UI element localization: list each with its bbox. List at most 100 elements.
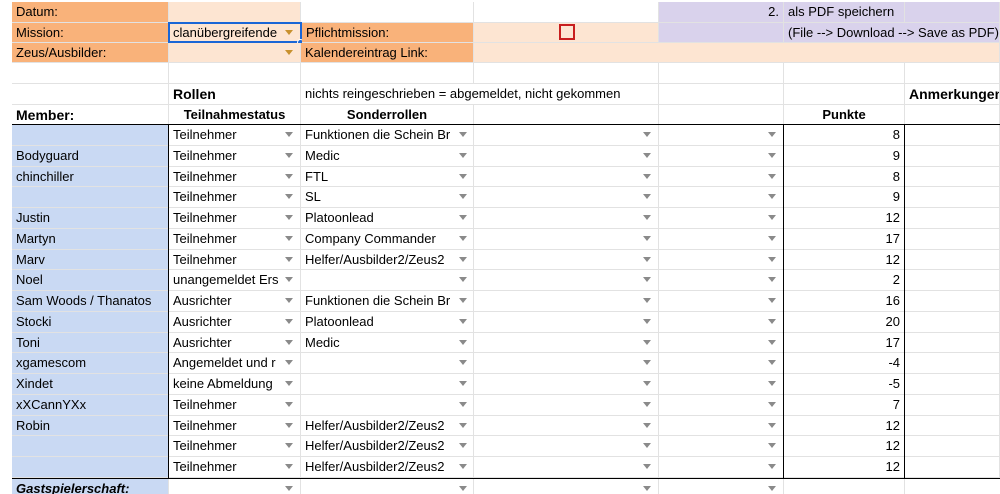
cell-e4[interactable] (659, 63, 784, 84)
extra2-dropdown[interactable] (659, 374, 784, 395)
chevron-down-icon[interactable] (285, 340, 293, 345)
gast-extra-arrow-icon[interactable] (643, 486, 651, 491)
teilnahmestatus-dropdown[interactable]: Ausrichter (169, 312, 301, 333)
chevron-down-icon[interactable] (643, 174, 651, 179)
extra2-dropdown[interactable] (659, 312, 784, 333)
chevron-down-icon[interactable] (459, 340, 467, 345)
extra-dropdown[interactable] (474, 395, 659, 416)
member-name-cell[interactable]: Sam Woods / Thanatos (12, 291, 169, 312)
member-name-cell[interactable]: xgamescom (12, 353, 169, 374)
sonderrolle-dropdown[interactable]: Helfer/Ausbilder2/Zeus2 (301, 250, 474, 270)
cell-g4[interactable] (905, 63, 1000, 84)
cell-c4[interactable] (301, 63, 474, 84)
chevron-down-icon[interactable] (643, 194, 651, 199)
gast-status-dropdown[interactable] (169, 479, 301, 494)
teilnahmestatus-dropdown[interactable]: Teilnehmer (169, 436, 301, 457)
anmerkung-cell[interactable] (905, 457, 1000, 478)
chevron-down-icon[interactable] (285, 153, 293, 158)
punkte-cell[interactable]: 9 (784, 187, 905, 208)
chevron-down-icon[interactable] (643, 360, 651, 365)
punkte-cell[interactable]: 12 (784, 208, 905, 229)
sonderrolle-dropdown[interactable]: Platoonlead (301, 312, 474, 333)
chevron-down-icon[interactable] (285, 423, 293, 428)
extra-dropdown[interactable] (474, 250, 659, 270)
chevron-down-icon[interactable] (643, 298, 651, 303)
extra-dropdown[interactable] (474, 333, 659, 353)
anmerkung-cell[interactable] (905, 436, 1000, 457)
cell-pdf-hint[interactable]: (File --> Download --> Save as PDF) (784, 23, 1000, 43)
extra-dropdown[interactable] (474, 291, 659, 312)
chevron-down-icon[interactable] (768, 423, 776, 428)
cell-b4[interactable] (169, 63, 301, 84)
chevron-down-icon[interactable] (768, 153, 776, 158)
cell-pflicht-label[interactable]: Pflichtmission: (302, 23, 474, 43)
member-name-cell[interactable] (12, 187, 169, 208)
anmerkung-cell[interactable] (905, 208, 1000, 229)
teilnahmestatus-dropdown[interactable]: Teilnehmer (169, 125, 301, 146)
chevron-down-icon[interactable] (459, 423, 467, 428)
sonderrolle-dropdown[interactable]: Helfer/Ausbilder2/Zeus2 (301, 416, 474, 436)
chevron-down-icon[interactable] (643, 236, 651, 241)
cell-kalender-link[interactable] (474, 43, 1000, 63)
teilnahmestatus-dropdown[interactable]: Angemeldet und r (169, 353, 301, 374)
anmerkung-cell[interactable] (905, 229, 1000, 250)
cell-g6[interactable] (905, 105, 1000, 125)
chevron-down-icon[interactable] (768, 402, 776, 407)
pflichtmission-checkbox[interactable] (559, 24, 575, 40)
member-name-cell[interactable]: Bodyguard (12, 146, 169, 167)
member-name-cell[interactable] (12, 436, 169, 457)
punkte-cell[interactable]: 12 (784, 250, 905, 270)
gast-extra2-dropdown[interactable] (659, 479, 784, 494)
cell-a5[interactable] (12, 84, 169, 105)
anmerkung-cell[interactable] (905, 167, 1000, 187)
anmerkung-cell[interactable] (905, 374, 1000, 395)
sonderrolle-dropdown[interactable]: Company Commander (301, 229, 474, 250)
punkte-cell[interactable]: 8 (784, 125, 905, 146)
teilnahmestatus-dropdown[interactable]: Ausrichter (169, 333, 301, 353)
chevron-down-icon[interactable] (285, 402, 293, 407)
chevron-down-icon[interactable] (643, 381, 651, 386)
cell-e5[interactable] (659, 84, 784, 105)
member-name-cell[interactable]: Justin (12, 208, 169, 229)
cell-e6[interactable] (659, 105, 784, 125)
chevron-down-icon[interactable] (643, 153, 651, 158)
member-name-cell[interactable] (12, 125, 169, 146)
chevron-down-icon[interactable] (285, 319, 293, 324)
sonderrolle-dropdown[interactable]: Helfer/Ausbilder2/Zeus2 (301, 457, 474, 478)
teilnahmestatus-dropdown[interactable]: Teilnehmer (169, 146, 301, 167)
anmerkungen-heading[interactable]: Anmerkungen (905, 84, 1000, 105)
sonderrolle-dropdown[interactable] (301, 270, 474, 291)
chevron-down-icon[interactable] (768, 381, 776, 386)
chevron-down-icon[interactable] (285, 132, 293, 137)
sonderrolle-dropdown[interactable] (301, 395, 474, 416)
sonderrolle-dropdown[interactable]: SL (301, 187, 474, 208)
cell-datum-value[interactable] (169, 2, 301, 23)
chevron-down-icon[interactable] (643, 340, 651, 345)
chevron-down-icon[interactable] (768, 257, 776, 262)
member-name-cell[interactable]: Stocki (12, 312, 169, 333)
extra-dropdown[interactable] (474, 187, 659, 208)
anmerkung-cell[interactable] (905, 146, 1000, 167)
anmerkung-cell[interactable] (905, 291, 1000, 312)
anmerkung-cell[interactable] (905, 270, 1000, 291)
cell-h1[interactable] (905, 2, 1000, 23)
member-name-cell[interactable]: Xindet (12, 374, 169, 395)
punkte-cell[interactable]: 12 (784, 457, 905, 478)
punkte-cell[interactable]: -5 (784, 374, 905, 395)
extra2-dropdown[interactable] (659, 146, 784, 167)
chevron-down-icon[interactable] (459, 464, 467, 469)
cell-step-number[interactable]: 2. (659, 2, 784, 23)
sonderrolle-dropdown[interactable]: Funktionen die Schein Br (301, 291, 474, 312)
member-column-header[interactable]: Member: (12, 105, 169, 125)
extra-dropdown[interactable] (474, 374, 659, 395)
anmerkung-cell[interactable] (905, 250, 1000, 270)
chevron-down-icon[interactable] (768, 340, 776, 345)
chevron-down-icon[interactable] (459, 132, 467, 137)
cell-kalender-label[interactable]: Kalendereintrag Link: (301, 43, 474, 63)
extra-dropdown[interactable] (474, 229, 659, 250)
chevron-down-icon[interactable] (768, 360, 776, 365)
chevron-down-icon[interactable] (285, 381, 293, 386)
extra2-dropdown[interactable] (659, 416, 784, 436)
chevron-down-icon[interactable] (285, 464, 293, 469)
teilnahmestatus-dropdown[interactable]: Teilnehmer (169, 416, 301, 436)
